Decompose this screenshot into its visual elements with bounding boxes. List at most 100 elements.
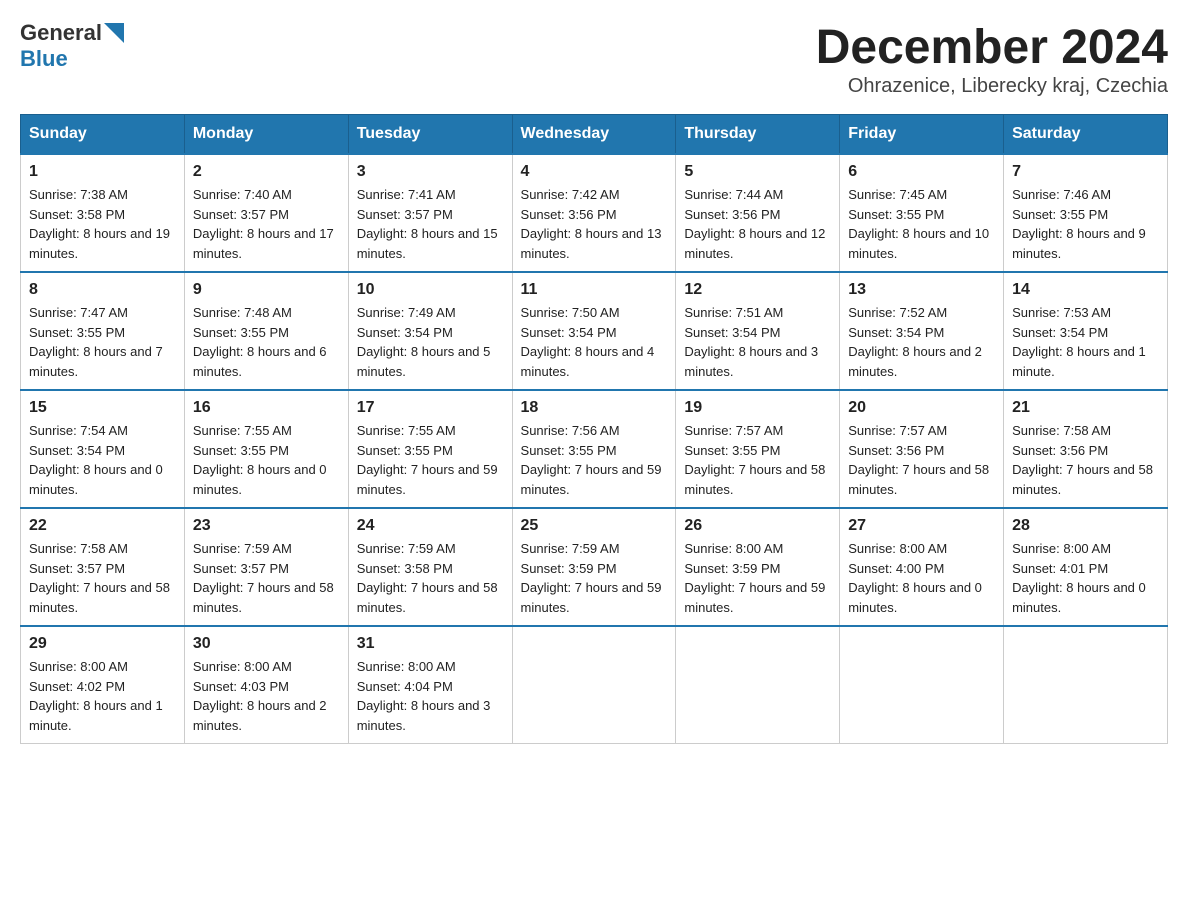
calendar-cell: 30 Sunrise: 8:00 AM Sunset: 4:03 PM Dayl… [184, 626, 348, 744]
calendar-cell: 10 Sunrise: 7:49 AM Sunset: 3:54 PM Dayl… [348, 272, 512, 390]
calendar-cell: 15 Sunrise: 7:54 AM Sunset: 3:54 PM Dayl… [21, 390, 185, 508]
calendar-cell: 22 Sunrise: 7:58 AM Sunset: 3:57 PM Dayl… [21, 508, 185, 626]
weekday-header-monday: Monday [184, 115, 348, 155]
day-info: Sunrise: 7:47 AM Sunset: 3:55 PM Dayligh… [29, 305, 163, 379]
calendar-cell [676, 626, 840, 744]
weekday-header-saturday: Saturday [1004, 115, 1168, 155]
calendar-cell: 24 Sunrise: 7:59 AM Sunset: 3:58 PM Dayl… [348, 508, 512, 626]
calendar-cell: 6 Sunrise: 7:45 AM Sunset: 3:55 PM Dayli… [840, 154, 1004, 272]
day-number: 31 [357, 635, 504, 653]
title-block: December 2024 Ohrazenice, Liberecky kraj… [816, 20, 1168, 98]
day-info: Sunrise: 7:49 AM Sunset: 3:54 PM Dayligh… [357, 305, 491, 379]
day-info: Sunrise: 7:41 AM Sunset: 3:57 PM Dayligh… [357, 187, 498, 261]
calendar-cell: 29 Sunrise: 8:00 AM Sunset: 4:02 PM Dayl… [21, 626, 185, 744]
calendar-cell: 8 Sunrise: 7:47 AM Sunset: 3:55 PM Dayli… [21, 272, 185, 390]
day-number: 30 [193, 635, 340, 653]
day-info: Sunrise: 7:51 AM Sunset: 3:54 PM Dayligh… [684, 305, 818, 379]
calendar-subtitle: Ohrazenice, Liberecky kraj, Czechia [816, 75, 1168, 98]
day-number: 22 [29, 517, 176, 535]
calendar-cell: 17 Sunrise: 7:55 AM Sunset: 3:55 PM Dayl… [348, 390, 512, 508]
weekday-header-sunday: Sunday [21, 115, 185, 155]
day-number: 2 [193, 163, 340, 181]
day-number: 6 [848, 163, 995, 181]
day-number: 11 [521, 281, 668, 299]
day-number: 17 [357, 399, 504, 417]
calendar-cell: 20 Sunrise: 7:57 AM Sunset: 3:56 PM Dayl… [840, 390, 1004, 508]
calendar-cell: 28 Sunrise: 8:00 AM Sunset: 4:01 PM Dayl… [1004, 508, 1168, 626]
day-number: 10 [357, 281, 504, 299]
calendar-cell: 25 Sunrise: 7:59 AM Sunset: 3:59 PM Dayl… [512, 508, 676, 626]
day-info: Sunrise: 8:00 AM Sunset: 4:02 PM Dayligh… [29, 659, 163, 733]
day-number: 7 [1012, 163, 1159, 181]
calendar-table: SundayMondayTuesdayWednesdayThursdayFrid… [20, 114, 1168, 744]
weekday-header-thursday: Thursday [676, 115, 840, 155]
day-info: Sunrise: 7:50 AM Sunset: 3:54 PM Dayligh… [521, 305, 655, 379]
calendar-cell: 21 Sunrise: 7:58 AM Sunset: 3:56 PM Dayl… [1004, 390, 1168, 508]
day-number: 12 [684, 281, 831, 299]
calendar-cell: 18 Sunrise: 7:56 AM Sunset: 3:55 PM Dayl… [512, 390, 676, 508]
calendar-cell: 27 Sunrise: 8:00 AM Sunset: 4:00 PM Dayl… [840, 508, 1004, 626]
day-number: 25 [521, 517, 668, 535]
day-info: Sunrise: 8:00 AM Sunset: 4:04 PM Dayligh… [357, 659, 491, 733]
day-info: Sunrise: 7:44 AM Sunset: 3:56 PM Dayligh… [684, 187, 825, 261]
calendar-cell: 23 Sunrise: 7:59 AM Sunset: 3:57 PM Dayl… [184, 508, 348, 626]
day-info: Sunrise: 8:00 AM Sunset: 4:01 PM Dayligh… [1012, 541, 1146, 615]
day-info: Sunrise: 8:00 AM Sunset: 4:00 PM Dayligh… [848, 541, 982, 615]
day-number: 14 [1012, 281, 1159, 299]
day-number: 26 [684, 517, 831, 535]
day-number: 8 [29, 281, 176, 299]
day-number: 20 [848, 399, 995, 417]
day-number: 9 [193, 281, 340, 299]
calendar-cell: 1 Sunrise: 7:38 AM Sunset: 3:58 PM Dayli… [21, 154, 185, 272]
day-info: Sunrise: 7:57 AM Sunset: 3:55 PM Dayligh… [684, 423, 825, 497]
weekday-header-row: SundayMondayTuesdayWednesdayThursdayFrid… [21, 115, 1168, 155]
day-info: Sunrise: 7:45 AM Sunset: 3:55 PM Dayligh… [848, 187, 989, 261]
calendar-cell: 9 Sunrise: 7:48 AM Sunset: 3:55 PM Dayli… [184, 272, 348, 390]
calendar-cell: 4 Sunrise: 7:42 AM Sunset: 3:56 PM Dayli… [512, 154, 676, 272]
calendar-cell: 12 Sunrise: 7:51 AM Sunset: 3:54 PM Dayl… [676, 272, 840, 390]
day-info: Sunrise: 7:38 AM Sunset: 3:58 PM Dayligh… [29, 187, 170, 261]
day-number: 27 [848, 517, 995, 535]
day-info: Sunrise: 7:42 AM Sunset: 3:56 PM Dayligh… [521, 187, 662, 261]
calendar-week-5: 29 Sunrise: 8:00 AM Sunset: 4:02 PM Dayl… [21, 626, 1168, 744]
day-number: 3 [357, 163, 504, 181]
calendar-title: December 2024 [816, 20, 1168, 75]
calendar-cell: 19 Sunrise: 7:57 AM Sunset: 3:55 PM Dayl… [676, 390, 840, 508]
calendar-cell: 31 Sunrise: 8:00 AM Sunset: 4:04 PM Dayl… [348, 626, 512, 744]
logo-icon [104, 23, 124, 43]
day-number: 24 [357, 517, 504, 535]
calendar-week-1: 1 Sunrise: 7:38 AM Sunset: 3:58 PM Dayli… [21, 154, 1168, 272]
day-number: 16 [193, 399, 340, 417]
weekday-header-wednesday: Wednesday [512, 115, 676, 155]
day-info: Sunrise: 7:40 AM Sunset: 3:57 PM Dayligh… [193, 187, 334, 261]
day-number: 21 [1012, 399, 1159, 417]
calendar-cell: 11 Sunrise: 7:50 AM Sunset: 3:54 PM Dayl… [512, 272, 676, 390]
day-info: Sunrise: 7:53 AM Sunset: 3:54 PM Dayligh… [1012, 305, 1146, 379]
day-number: 5 [684, 163, 831, 181]
day-info: Sunrise: 7:59 AM Sunset: 3:59 PM Dayligh… [521, 541, 662, 615]
page-header: General Blue December 2024 Ohrazenice, L… [20, 20, 1168, 98]
day-info: Sunrise: 7:58 AM Sunset: 3:56 PM Dayligh… [1012, 423, 1153, 497]
calendar-cell: 13 Sunrise: 7:52 AM Sunset: 3:54 PM Dayl… [840, 272, 1004, 390]
day-info: Sunrise: 7:54 AM Sunset: 3:54 PM Dayligh… [29, 423, 163, 497]
day-info: Sunrise: 7:48 AM Sunset: 3:55 PM Dayligh… [193, 305, 327, 379]
calendar-cell: 7 Sunrise: 7:46 AM Sunset: 3:55 PM Dayli… [1004, 154, 1168, 272]
day-number: 29 [29, 635, 176, 653]
day-number: 15 [29, 399, 176, 417]
calendar-week-2: 8 Sunrise: 7:47 AM Sunset: 3:55 PM Dayli… [21, 272, 1168, 390]
day-number: 18 [521, 399, 668, 417]
day-info: Sunrise: 7:58 AM Sunset: 3:57 PM Dayligh… [29, 541, 170, 615]
day-info: Sunrise: 7:55 AM Sunset: 3:55 PM Dayligh… [357, 423, 498, 497]
day-info: Sunrise: 8:00 AM Sunset: 4:03 PM Dayligh… [193, 659, 327, 733]
day-info: Sunrise: 7:46 AM Sunset: 3:55 PM Dayligh… [1012, 187, 1146, 261]
day-info: Sunrise: 7:59 AM Sunset: 3:57 PM Dayligh… [193, 541, 334, 615]
day-number: 1 [29, 163, 176, 181]
calendar-cell: 3 Sunrise: 7:41 AM Sunset: 3:57 PM Dayli… [348, 154, 512, 272]
calendar-cell: 2 Sunrise: 7:40 AM Sunset: 3:57 PM Dayli… [184, 154, 348, 272]
day-number: 23 [193, 517, 340, 535]
day-info: Sunrise: 7:52 AM Sunset: 3:54 PM Dayligh… [848, 305, 982, 379]
calendar-week-3: 15 Sunrise: 7:54 AM Sunset: 3:54 PM Dayl… [21, 390, 1168, 508]
day-number: 28 [1012, 517, 1159, 535]
weekday-header-tuesday: Tuesday [348, 115, 512, 155]
weekday-header-friday: Friday [840, 115, 1004, 155]
